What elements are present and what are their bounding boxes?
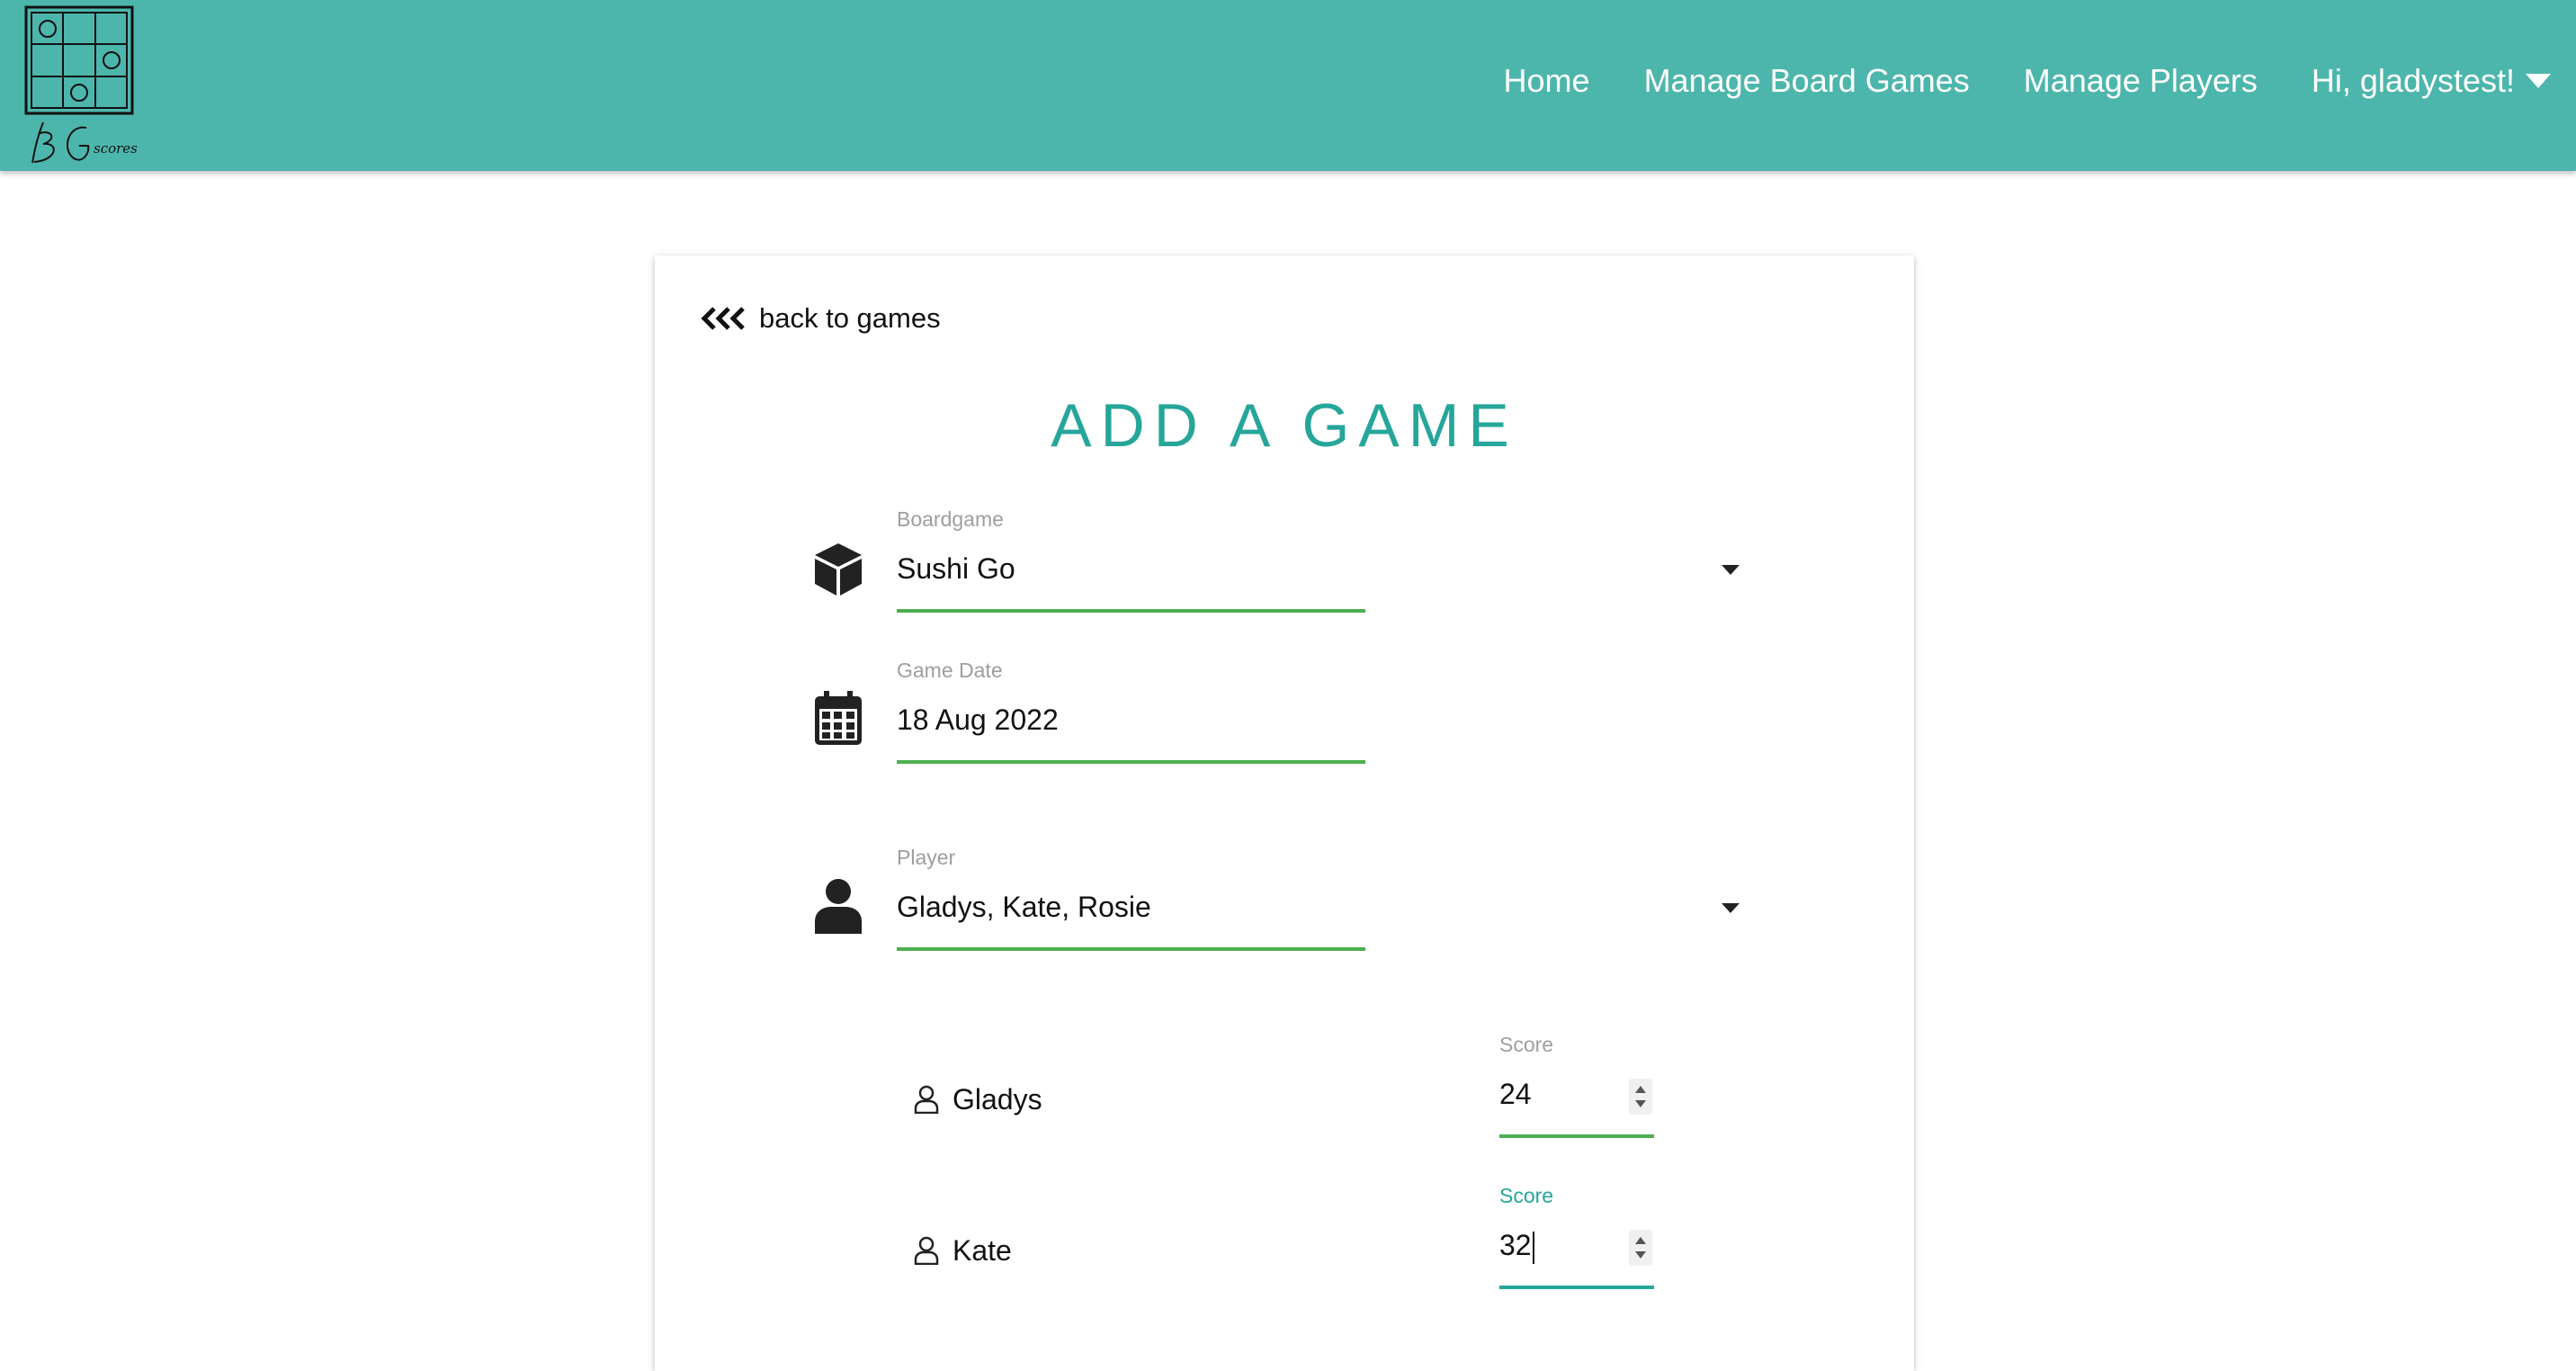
game-date-input[interactable]: 18 Aug 2022: [897, 703, 1059, 737]
user-outline-icon: [914, 1085, 939, 1114]
score-spinner[interactable]: [1629, 1079, 1652, 1115]
score-label: Score: [1499, 1184, 1554, 1207]
score-spinner[interactable]: [1629, 1230, 1652, 1266]
top-navbar: scores Home Manage Board Games Manage Pl…: [0, 0, 2576, 171]
score-input[interactable]: 24: [1499, 1078, 1532, 1111]
score-underline: [1499, 1134, 1654, 1138]
boardgame-dropdown-caret-icon[interactable]: [1722, 565, 1740, 575]
score-input[interactable]: 32: [1499, 1229, 1534, 1264]
boardgame-select[interactable]: Sushi Go: [897, 552, 1015, 586]
svg-text:scores: scores: [94, 140, 138, 157]
calendar-icon: [815, 691, 862, 745]
player-label: Player: [897, 846, 956, 869]
game-date-underline: [897, 760, 1365, 764]
player-select[interactable]: Gladys, Kate, Rosie: [897, 891, 1151, 924]
user-icon: [815, 879, 862, 934]
score-input-text: 32: [1499, 1229, 1532, 1261]
player-underline: [897, 947, 1365, 951]
game-date-label: Game Date: [897, 659, 1003, 682]
increment-arrow-icon[interactable]: [1635, 1237, 1646, 1244]
score-underline: [1499, 1286, 1654, 1289]
cube-icon: [815, 543, 862, 596]
user-greeting: Hi, gladystest!: [2311, 62, 2515, 99]
score-label: Score: [1499, 1033, 1554, 1056]
nav-links: Home Manage Board Games Manage Players H…: [1504, 54, 2551, 108]
score-player-name: Kate: [953, 1234, 1012, 1267]
nav-home-link[interactable]: Home: [1504, 62, 1590, 100]
back-to-games-label: back to games: [759, 302, 941, 334]
triple-chevron-left-icon: [701, 307, 745, 330]
back-to-games-link[interactable]: back to games: [700, 302, 941, 335]
bg-scores-logo[interactable]: scores: [23, 5, 140, 167]
boardgame-underline: [897, 609, 1365, 613]
decrement-arrow-icon[interactable]: [1635, 1251, 1646, 1259]
score-player-name: Gladys: [953, 1083, 1042, 1116]
user-menu-dropdown[interactable]: Hi, gladystest!: [2312, 62, 2551, 100]
decrement-arrow-icon[interactable]: [1635, 1100, 1646, 1107]
player-dropdown-caret-icon[interactable]: [1722, 903, 1740, 913]
add-game-card: back to games ADD A GAME Boardgame Sushi…: [655, 255, 1914, 1371]
boardgame-label: Boardgame: [897, 507, 1004, 531]
user-outline-icon: [914, 1236, 939, 1265]
caret-down-icon: [2526, 74, 2551, 88]
nav-manage-board-games-link[interactable]: Manage Board Games: [1644, 62, 1970, 100]
board-grid-logo-icon: scores: [24, 5, 138, 164]
increment-arrow-icon[interactable]: [1635, 1086, 1646, 1093]
page-title: ADD A GAME: [1051, 391, 1518, 460]
text-cursor: [1532, 1231, 1534, 1264]
nav-manage-players-link[interactable]: Manage Players: [2024, 62, 2258, 100]
